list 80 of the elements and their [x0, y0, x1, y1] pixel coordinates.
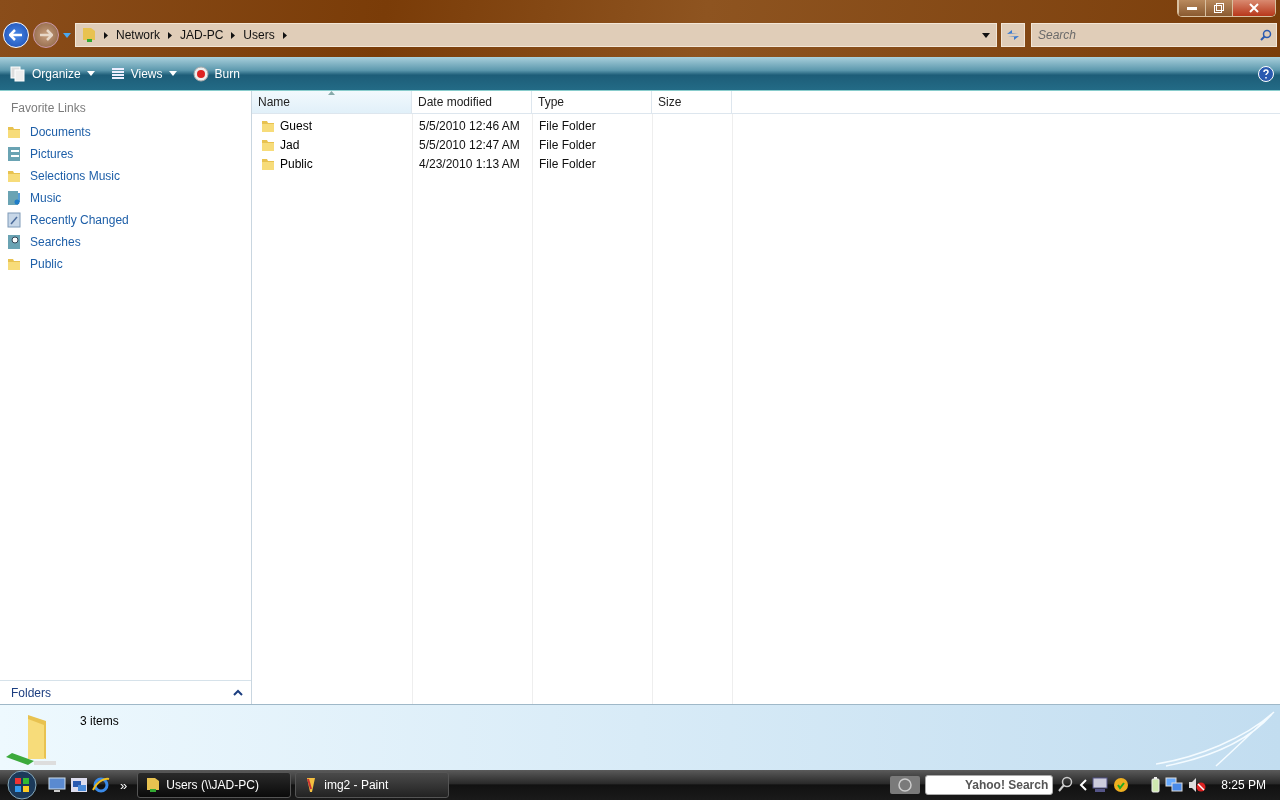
forward-arrow-icon	[39, 29, 53, 41]
table-cell-text: File Folder	[538, 118, 597, 133]
search-field[interactable]: Yahoo! Search	[925, 775, 1054, 795]
toolbar-button[interactable]: Views	[106, 64, 181, 83]
section-title: Favorite Links	[10, 100, 87, 117]
table-cell-text: File Folder	[538, 156, 597, 171]
folder-icon	[6, 256, 22, 272]
logo-icon[interactable]	[890, 776, 921, 794]
music-icon	[6, 190, 22, 206]
sidebar-link[interactable]: Selections Music	[0, 165, 251, 187]
sidebar-link[interactable]: Searches	[0, 231, 251, 253]
battery-icon[interactable]	[1151, 777, 1161, 793]
caret-icon	[63, 32, 71, 38]
document-icon	[6, 146, 22, 162]
table-cell-text: 4/23/2010 1:13 AM	[418, 156, 521, 171]
file-name[interactable]: Public	[280, 156, 313, 171]
file-name[interactable]: Guest	[280, 118, 312, 133]
disc-icon	[192, 65, 209, 82]
desktop-icon[interactable]	[48, 777, 66, 793]
shield-icon[interactable]	[1113, 777, 1130, 793]
breadcrumb[interactable]: Network	[116, 28, 160, 42]
search-folder-icon	[6, 234, 22, 250]
sidebar-link[interactable]: Recently Changed	[0, 209, 251, 231]
folder-icon	[6, 168, 22, 184]
more-icon[interactable]: »	[120, 777, 128, 793]
forward-button[interactable]	[33, 22, 59, 48]
windows-icon[interactable]	[70, 777, 88, 793]
chevron-icon	[282, 31, 287, 39]
breadcrumb[interactable]: JAD-PC	[180, 28, 224, 42]
toolbar-button[interactable]: Burn	[188, 63, 244, 84]
recent-icon	[6, 212, 22, 228]
sidebar-link[interactable]: Documents	[0, 121, 251, 143]
close-button[interactable]	[1232, 0, 1275, 16]
sidebar-link[interactable]: Pictures	[0, 143, 251, 165]
refresh-icon	[1006, 29, 1020, 41]
item-count: 3 items	[80, 714, 119, 730]
chevron-icon	[231, 31, 236, 39]
chevron-icon	[168, 31, 172, 39]
refresh-button[interactable]	[1001, 23, 1025, 47]
search-input[interactable]: Search	[1036, 27, 1260, 43]
taskbar-button[interactable]: img2 - Paint	[295, 772, 450, 798]
network-icon[interactable]	[1165, 777, 1184, 793]
browser-icon[interactable]	[92, 776, 110, 794]
toolbar-button[interactable]: Organize	[6, 63, 99, 84]
table-cell-text: File Folder	[538, 137, 597, 152]
breadcrumb[interactable]: Users	[243, 28, 275, 42]
caret-icon	[86, 71, 95, 76]
column-header[interactable]: Name	[252, 91, 412, 113]
search-icon[interactable]	[1058, 776, 1075, 794]
clock[interactable]: 8:25 PM	[1221, 778, 1266, 792]
sidebar-link[interactable]: Music	[0, 187, 251, 209]
pages-icon	[10, 65, 26, 82]
back-arrow-icon	[9, 29, 23, 41]
file-name[interactable]: Jad	[280, 137, 300, 152]
chevron-icon	[233, 689, 243, 696]
chevron-icon[interactable]	[1079, 779, 1088, 791]
minimize-button[interactable]	[1178, 0, 1205, 16]
folder-icon	[6, 124, 22, 140]
sort-arrow-icon	[328, 91, 335, 95]
table-cell-text: 5/5/2010 12:47 AM	[418, 137, 521, 152]
address-bar[interactable]: Network JAD-PC Users	[75, 23, 997, 47]
table-cell-text: 5/5/2010 12:46 AM	[418, 118, 521, 133]
search-field[interactable]: Search	[1031, 23, 1277, 47]
muted-speaker-icon[interactable]	[1188, 777, 1207, 793]
taskbar-button[interactable]: Users (\\JAD-PC)	[137, 772, 292, 798]
caret-icon	[168, 71, 177, 76]
close-icon	[1249, 3, 1259, 13]
back-button[interactable]	[3, 22, 29, 48]
minimize-icon	[1187, 6, 1197, 10]
chevron-icon	[104, 31, 108, 39]
restore-icon	[1214, 3, 1224, 13]
search-icon	[1260, 29, 1272, 41]
network-folder-icon	[146, 777, 161, 793]
list-view-icon	[110, 66, 125, 81]
restore-button[interactable]	[1205, 0, 1232, 16]
monitor-icon[interactable]	[1092, 777, 1109, 793]
help-icon[interactable]	[1258, 65, 1274, 82]
sidebar-link[interactable]: Public	[0, 253, 251, 275]
caret-icon	[982, 32, 990, 38]
network-folder-icon	[82, 27, 96, 43]
